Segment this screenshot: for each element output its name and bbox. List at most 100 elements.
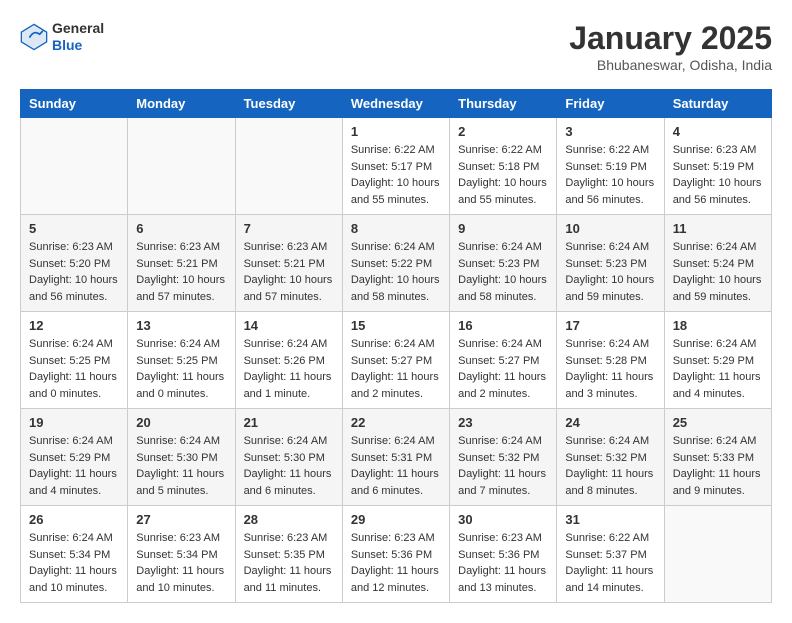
weekday-header-monday: Monday [128,90,235,118]
week-row-4: 26Sunrise: 6:24 AM Sunset: 5:34 PM Dayli… [21,506,772,603]
day-info: Sunrise: 6:24 AM Sunset: 5:23 PM Dayligh… [565,239,655,305]
day-number: 13 [136,318,226,333]
day-info: Sunrise: 6:24 AM Sunset: 5:26 PM Dayligh… [244,336,334,402]
day-cell-16: 16 Sunrise: 6:24 AM Sunset: 5:27 PM Dayli… [450,312,557,409]
day-cell-4: 4Sunrise: 6:23 AM Sunset: 5:19 PM Daylig… [664,118,771,215]
empty-cell [664,506,771,603]
month-title: January 2025 [569,20,772,57]
day-cell-21: 21Sunrise: 6:24 AM Sunset: 5:30 PM Dayli… [235,409,342,506]
day-number: 27 [136,512,226,527]
logo: General Blue [20,20,104,54]
day-number: 22 [351,415,441,430]
day-number: 20 [136,415,226,430]
title-block: January 2025 Bhubaneswar, Odisha, India [569,20,772,73]
day-number: 28 [244,512,334,527]
day-number: 26 [29,512,119,527]
day-cell-11: 11 Sunrise: 6:24 AM Sunset: 5:24 PM Dayli… [664,215,771,312]
day-number: 7 [244,221,334,236]
day-info: Sunrise: 6:24 AM Sunset: 5:25 PM Dayligh… [29,336,119,402]
day-info: Sunrise: 6:22 AM Sunset: 5:37 PM Dayligh… [565,530,655,596]
day-info: Sunrise: 6:24 AM Sunset: 5:30 PM Dayligh… [244,433,334,499]
day-number: 19 [29,415,119,430]
day-cell-27: 27 Sunrise: 6:23 AM Sunset: 5:34 PM Dayli… [128,506,235,603]
day-info: Sunrise: 6:22 AM Sunset: 5:19 PM Dayligh… [565,142,655,208]
location: Bhubaneswar, Odisha, India [569,57,772,73]
day-number: 10 [565,221,655,236]
weekday-header-row: SundayMondayTuesdayWednesdayThursdayFrid… [21,90,772,118]
day-cell-8: 8 Sunrise: 6:24 AM Sunset: 5:22 PM Daylig… [342,215,449,312]
day-info: Sunrise: 6:23 AM Sunset: 5:35 PM Dayligh… [244,530,334,596]
day-info: Sunrise: 6:23 AM Sunset: 5:36 PM Dayligh… [458,530,548,596]
week-row-0: 1 Sunrise: 6:22 AM Sunset: 5:17 PM Daylig… [21,118,772,215]
week-row-3: 19 Sunrise: 6:24 AM Sunset: 5:29 PM Dayli… [21,409,772,506]
weekday-header-sunday: Sunday [21,90,128,118]
day-info: Sunrise: 6:22 AM Sunset: 5:17 PM Dayligh… [351,142,441,208]
day-info: Sunrise: 6:23 AM Sunset: 5:20 PM Dayligh… [29,239,119,305]
day-number: 16 [458,318,548,333]
day-cell-14: 14 Sunrise: 6:24 AM Sunset: 5:26 PM Dayli… [235,312,342,409]
week-row-1: 5 Sunrise: 6:23 AM Sunset: 5:20 PM Daylig… [21,215,772,312]
day-cell-29: 29 Sunrise: 6:23 AM Sunset: 5:36 PM Dayli… [342,506,449,603]
day-number: 17 [565,318,655,333]
day-info: Sunrise: 6:24 AM Sunset: 5:28 PM Dayligh… [565,336,655,402]
day-number: 18 [673,318,763,333]
day-info: Sunrise: 6:23 AM Sunset: 5:36 PM Dayligh… [351,530,441,596]
logo-icon [20,23,48,51]
weekday-header-thursday: Thursday [450,90,557,118]
day-cell-19: 19 Sunrise: 6:24 AM Sunset: 5:29 PM Dayli… [21,409,128,506]
week-row-2: 12 Sunrise: 6:24 AM Sunset: 5:25 PM Dayli… [21,312,772,409]
day-number: 5 [29,221,119,236]
day-cell-6: 6Sunrise: 6:23 AM Sunset: 5:21 PM Daylig… [128,215,235,312]
weekday-header-tuesday: Tuesday [235,90,342,118]
day-info: Sunrise: 6:23 AM Sunset: 5:34 PM Dayligh… [136,530,226,596]
day-cell-22: 22 Sunrise: 6:24 AM Sunset: 5:31 PM Dayli… [342,409,449,506]
day-cell-2: 2 Sunrise: 6:22 AM Sunset: 5:18 PM Daylig… [450,118,557,215]
day-number: 4 [673,124,763,139]
day-cell-31: 31 Sunrise: 6:22 AM Sunset: 5:37 PM Dayli… [557,506,664,603]
day-number: 30 [458,512,548,527]
logo-general: General [52,20,104,37]
empty-cell [21,118,128,215]
day-number: 11 [673,221,763,236]
day-cell-17: 17 Sunrise: 6:24 AM Sunset: 5:28 PM Dayli… [557,312,664,409]
day-number: 31 [565,512,655,527]
logo-blue: Blue [52,37,104,54]
day-info: Sunrise: 6:23 AM Sunset: 5:21 PM Dayligh… [244,239,334,305]
day-info: Sunrise: 6:24 AM Sunset: 5:24 PM Dayligh… [673,239,763,305]
empty-cell [235,118,342,215]
day-cell-10: 10 Sunrise: 6:24 AM Sunset: 5:23 PM Dayli… [557,215,664,312]
day-info: Sunrise: 6:23 AM Sunset: 5:21 PM Dayligh… [136,239,226,305]
day-info: Sunrise: 6:24 AM Sunset: 5:31 PM Dayligh… [351,433,441,499]
page-header: General Blue January 2025 Bhubaneswar, O… [20,20,772,73]
day-number: 14 [244,318,334,333]
calendar-table: SundayMondayTuesdayWednesdayThursdayFrid… [20,89,772,603]
day-cell-25: 25Sunrise: 6:24 AM Sunset: 5:33 PM Dayli… [664,409,771,506]
day-info: Sunrise: 6:24 AM Sunset: 5:25 PM Dayligh… [136,336,226,402]
day-info: Sunrise: 6:24 AM Sunset: 5:30 PM Dayligh… [136,433,226,499]
day-info: Sunrise: 6:24 AM Sunset: 5:22 PM Dayligh… [351,239,441,305]
day-cell-26: 26Sunrise: 6:24 AM Sunset: 5:34 PM Dayli… [21,506,128,603]
day-number: 1 [351,124,441,139]
day-number: 12 [29,318,119,333]
day-number: 2 [458,124,548,139]
day-info: Sunrise: 6:22 AM Sunset: 5:18 PM Dayligh… [458,142,548,208]
empty-cell [128,118,235,215]
day-number: 29 [351,512,441,527]
day-cell-23: 23Sunrise: 6:24 AM Sunset: 5:32 PM Dayli… [450,409,557,506]
day-cell-15: 15Sunrise: 6:24 AM Sunset: 5:27 PM Dayli… [342,312,449,409]
day-info: Sunrise: 6:24 AM Sunset: 5:27 PM Dayligh… [458,336,548,402]
day-cell-7: 7 Sunrise: 6:23 AM Sunset: 5:21 PM Daylig… [235,215,342,312]
day-info: Sunrise: 6:24 AM Sunset: 5:32 PM Dayligh… [458,433,548,499]
day-cell-3: 3Sunrise: 6:22 AM Sunset: 5:19 PM Daylig… [557,118,664,215]
day-info: Sunrise: 6:24 AM Sunset: 5:33 PM Dayligh… [673,433,763,499]
day-cell-9: 9Sunrise: 6:24 AM Sunset: 5:23 PM Daylig… [450,215,557,312]
day-info: Sunrise: 6:24 AM Sunset: 5:23 PM Dayligh… [458,239,548,305]
day-info: Sunrise: 6:24 AM Sunset: 5:32 PM Dayligh… [565,433,655,499]
day-cell-1: 1 Sunrise: 6:22 AM Sunset: 5:17 PM Daylig… [342,118,449,215]
day-cell-5: 5 Sunrise: 6:23 AM Sunset: 5:20 PM Daylig… [21,215,128,312]
day-cell-30: 30 Sunrise: 6:23 AM Sunset: 5:36 PM Dayli… [450,506,557,603]
day-number: 15 [351,318,441,333]
day-number: 24 [565,415,655,430]
day-info: Sunrise: 6:24 AM Sunset: 5:29 PM Dayligh… [29,433,119,499]
day-number: 8 [351,221,441,236]
